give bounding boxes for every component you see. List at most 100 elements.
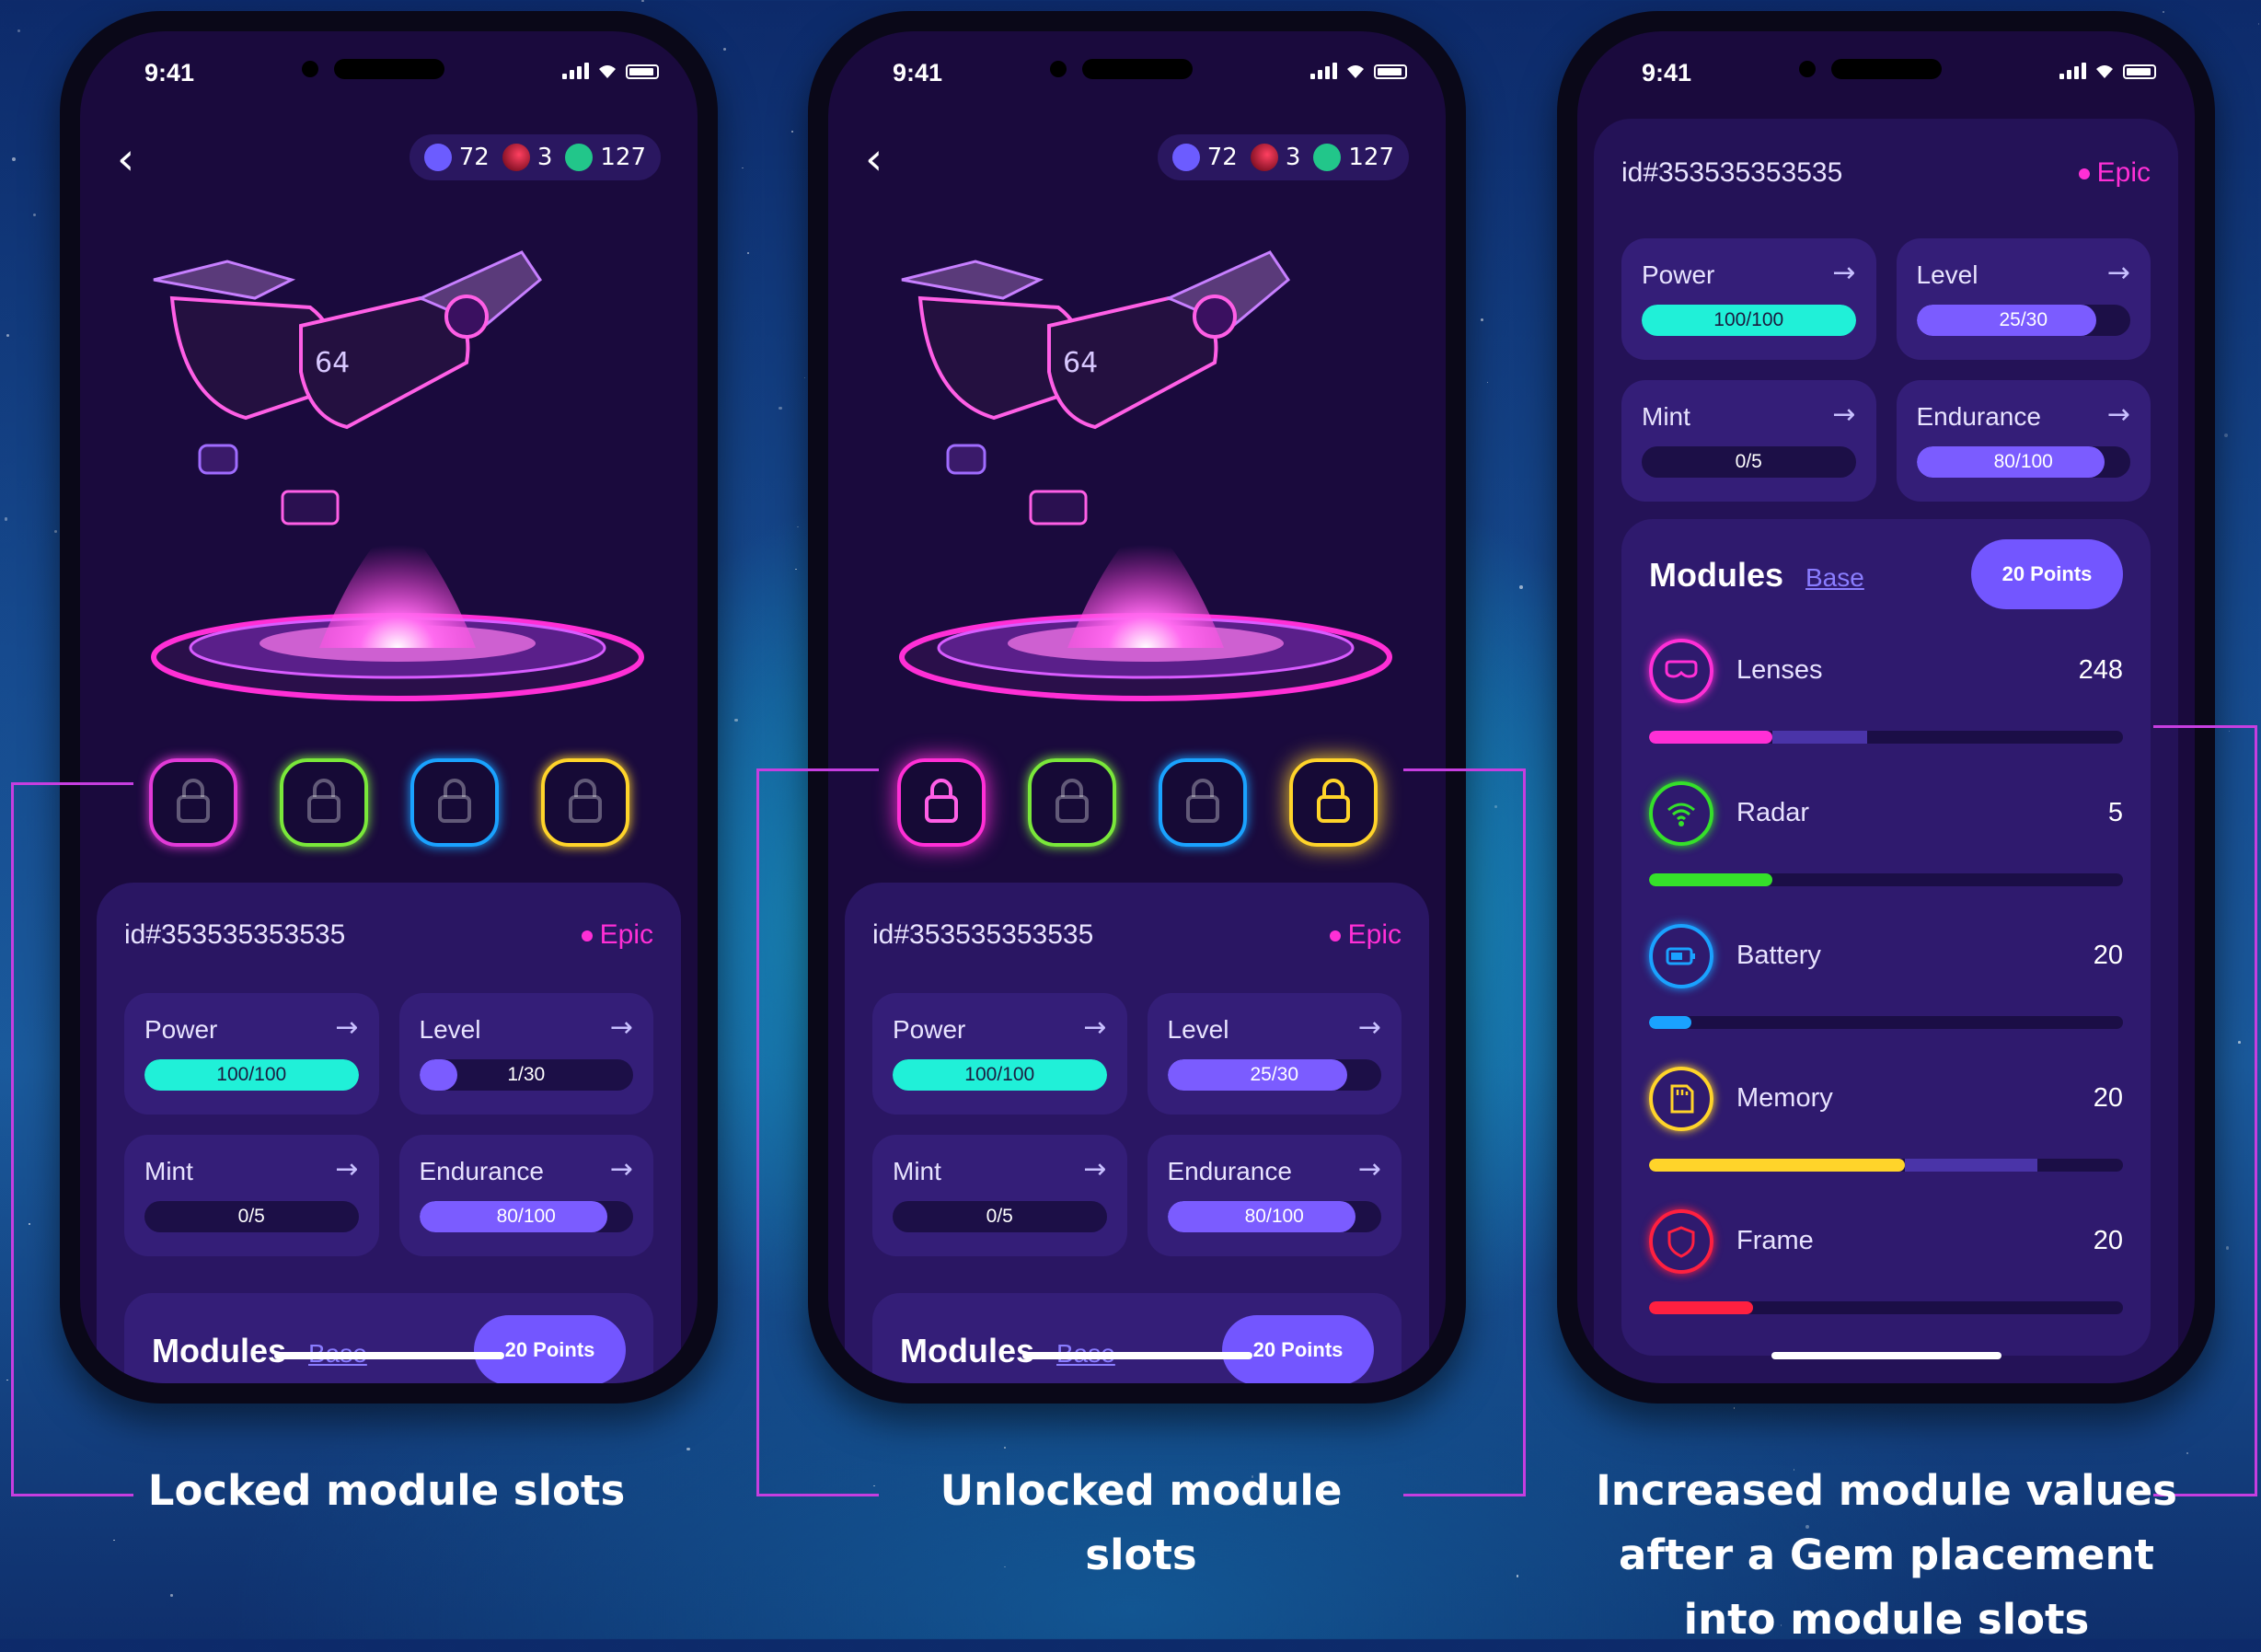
phone-screen: 9:41 ‹ 72 3 127 64 id#353535353535 Epic …: [80, 31, 698, 1383]
star: [32, 213, 36, 216]
star: [686, 1447, 690, 1451]
status-bar: 9:41: [828, 31, 1446, 133]
padlock-open-icon: [1313, 777, 1354, 828]
phone-locked-slots: 9:41 ‹ 72 3 127 64 id#353535353535 Epic …: [60, 11, 718, 1404]
stat-card-level[interactable]: Level → 1/30: [398, 993, 653, 1115]
module-slot-3[interactable]: [410, 758, 499, 847]
stat-progress-bar: 25/30: [1916, 305, 2130, 336]
module-row-frame[interactable]: Frame 20: [1649, 1209, 2123, 1347]
star: [723, 47, 727, 51]
module-progress-bar: [1649, 1159, 2123, 1172]
stat-label: Mint: [144, 1157, 193, 1185]
arrow-right-icon: →: [1083, 1153, 1107, 1185]
stat-card-mint[interactable]: Mint → 0/5: [1621, 380, 1876, 502]
points-button[interactable]: 20 Points: [1222, 1315, 1374, 1383]
module-slot-4[interactable]: [1288, 758, 1378, 847]
home-indicator[interactable]: [273, 1352, 504, 1359]
module-progress-fill: [1649, 1159, 1906, 1172]
stat-progress-bar: 80/100: [419, 1201, 633, 1232]
stat-card-power[interactable]: Power → 100/100: [872, 993, 1127, 1115]
stat-card-mint[interactable]: Mint → 0/5: [124, 1135, 379, 1256]
stat-progress-bar: 25/30: [1167, 1059, 1381, 1091]
status-bar: 9:41: [80, 31, 698, 133]
padlock-icon: [173, 777, 213, 828]
cellular-signal-icon: [1310, 63, 1337, 79]
stat-card-endurance[interactable]: Endurance → 80/100: [1896, 380, 2151, 502]
stat-value: 25/30: [1999, 309, 2048, 330]
points-button[interactable]: 20 Points: [1971, 539, 2123, 609]
module-slot-1[interactable]: [896, 758, 986, 847]
camera-notch: [1049, 59, 1193, 79]
caption-increased: Increased module values after a Gem plac…: [1596, 1466, 2177, 1644]
stat-value: 80/100: [1993, 451, 2053, 472]
stat-card-power[interactable]: Power → 100/100: [124, 993, 379, 1115]
padlock-icon: [304, 777, 344, 828]
token-count: 127: [600, 144, 646, 171]
stat-label: Level: [419, 1015, 481, 1044]
stat-label: Mint: [893, 1157, 941, 1185]
star: [1003, 1446, 1007, 1450]
cellular-signal-icon: [2059, 63, 2086, 79]
stat-card-level[interactable]: Level → 25/30: [1896, 238, 2151, 360]
module-row-battery[interactable]: Battery 20: [1649, 924, 2123, 1062]
modules-title: Modules: [152, 1332, 287, 1369]
module-slot-3[interactable]: [1158, 758, 1247, 847]
module-value: 20: [2093, 1083, 2123, 1113]
stat-label: Level: [1916, 260, 1978, 289]
module-slot-2[interactable]: [1027, 758, 1116, 847]
stat-card-level[interactable]: Level → 25/30: [1147, 993, 1402, 1115]
module-progress-bar: [1649, 1016, 2123, 1029]
token-icon: [1313, 144, 1342, 171]
stat-card-endurance[interactable]: Endurance → 80/100: [1147, 1135, 1402, 1256]
padlock-icon: [434, 777, 475, 828]
stat-progress-bar: 80/100: [1167, 1201, 1381, 1232]
points-button[interactable]: 20 Points: [474, 1315, 626, 1383]
back-button[interactable]: ‹: [117, 137, 154, 181]
arrow-right-icon: →: [1357, 1011, 1381, 1044]
arrow-right-icon: →: [1832, 399, 1856, 431]
arrow-right-icon: →: [2106, 399, 2130, 431]
gem-icon: [1171, 144, 1200, 171]
id-row: id#353535353535 Epic: [872, 919, 1402, 951]
back-button[interactable]: ‹: [865, 137, 902, 181]
stat-progress-bar: 80/100: [1916, 446, 2130, 478]
star: [779, 406, 783, 410]
battery-status-icon: [1374, 64, 1407, 79]
stat-card-endurance[interactable]: Endurance → 80/100: [398, 1135, 653, 1256]
stat-progress-bar: 100/100: [1642, 305, 1856, 336]
glasses-detail-sheet: id#353535353535 Epic Power → 100/100 Level →…: [1594, 119, 2178, 1383]
star: [11, 156, 16, 161]
phone-unlocked-slots: 9:41 ‹ 72 3 127 64 id#353535353535 Epic …: [808, 11, 1466, 1404]
arrow-right-icon: →: [1357, 1153, 1381, 1185]
padlock-open-icon: [921, 777, 962, 828]
home-indicator[interactable]: [1021, 1352, 1252, 1359]
stat-value: 100/100: [1713, 309, 1784, 330]
star: [170, 1594, 173, 1597]
smart-glasses-hologram-image: 64: [151, 250, 644, 701]
stat-card-mint[interactable]: Mint → 0/5: [872, 1135, 1127, 1256]
module-row-radar[interactable]: Radar 5: [1649, 781, 2123, 919]
module-slot-4[interactable]: [540, 758, 629, 847]
stat-card-power[interactable]: Power → 100/100: [1621, 238, 1876, 360]
cellular-signal-icon: [562, 63, 589, 79]
arrow-right-icon: →: [609, 1011, 633, 1044]
stat-value: 80/100: [496, 1206, 556, 1227]
rarity-badge: Epic: [1330, 919, 1402, 951]
module-name: Radar: [1736, 798, 1809, 827]
star: [1733, 1406, 1736, 1409]
home-indicator[interactable]: [1771, 1352, 2001, 1359]
system-icons: [1310, 63, 1407, 79]
stat-label: Endurance: [1167, 1157, 1292, 1185]
module-row-lenses[interactable]: Lenses 248: [1649, 639, 2123, 777]
stat-progress-bar: 0/5: [1642, 446, 1856, 478]
status-bar: 9:41: [1577, 31, 2195, 133]
svg-text:64: 64: [1063, 347, 1098, 379]
glasses-info-panel: id#353535353535 Epic Power → 100/100 Level →…: [97, 883, 681, 1383]
phone-module-values: 9:41 id#353535353535 Epic Power → 100/100 L…: [1557, 11, 2215, 1404]
stat-label: Power: [893, 1015, 966, 1044]
module-row-memory[interactable]: Memory 20: [1649, 1067, 2123, 1205]
module-slot-2[interactable]: [279, 758, 368, 847]
tab-base[interactable]: Base: [1805, 563, 1864, 593]
module-slot-1[interactable]: [148, 758, 237, 847]
unlocked-slots-bracket-right: [1403, 768, 1526, 1496]
